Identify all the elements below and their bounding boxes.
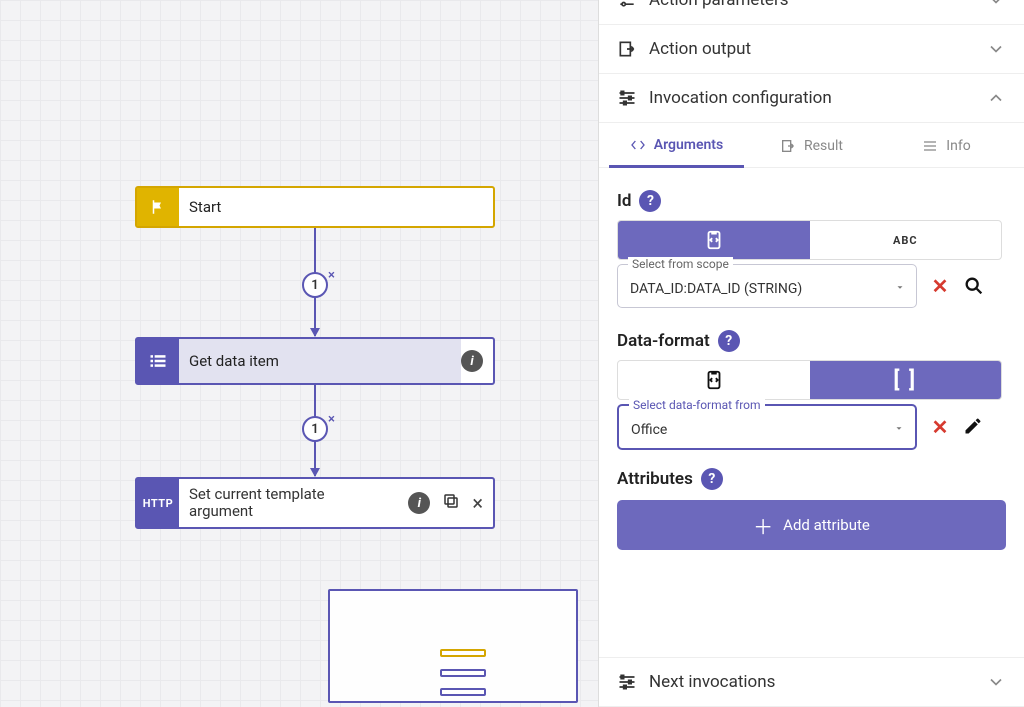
info-icon[interactable]: i — [408, 492, 430, 514]
caret-down-icon — [893, 422, 905, 434]
help-icon[interactable]: ? — [639, 190, 661, 212]
section-label: Action output — [649, 39, 751, 59]
node-setarg-label-1: Set current template — [189, 486, 325, 503]
id-mode-abc[interactable]: ABC — [810, 221, 1002, 259]
copy-icon[interactable] — [442, 492, 460, 514]
scope-value: DATA_ID:DATA_ID (STRING) — [630, 281, 802, 297]
section-action-output[interactable]: Action output — [599, 25, 1024, 74]
list-icon — [137, 339, 179, 383]
edge-remove-1[interactable]: × — [328, 268, 335, 283]
dataformat-mode-array[interactable]: [ ] — [810, 361, 1002, 399]
dataformat-label: Data-format — [617, 331, 710, 351]
dataformat-mode-toggle: [ ] — [617, 360, 1002, 400]
section-label: Invocation configuration — [649, 88, 832, 108]
node-get-data-item[interactable]: Get data item i — [135, 337, 495, 385]
invocation-tabs: Arguments Result Info — [599, 123, 1024, 168]
dataformat-value: Office — [631, 422, 667, 438]
section-label: Action parameters — [649, 0, 789, 10]
node-start[interactable]: Start — [135, 186, 495, 228]
section-invocation-config[interactable]: Invocation configuration — [599, 74, 1024, 123]
chevron-down-icon — [986, 0, 1006, 10]
tune-icon — [617, 672, 637, 692]
id-scope-select[interactable]: Select from scope DATA_ID:DATA_ID (STRIN… — [617, 264, 917, 308]
dataformat-float-label: Select data-format from — [629, 398, 765, 412]
tab-result[interactable]: Result — [744, 123, 879, 167]
search-icon[interactable] — [963, 275, 985, 297]
edge-remove-2[interactable]: × — [328, 412, 335, 427]
properties-panel: Action parameters Action output Invocati… — [598, 0, 1024, 707]
minimap[interactable] — [328, 589, 578, 703]
section-next-invocations[interactable]: Next invocations — [599, 657, 1024, 707]
edge-count-1[interactable]: 1 — [302, 272, 328, 298]
workflow-canvas[interactable]: Start 1 × Get data item i 1 × HTTP Set c… — [0, 0, 598, 707]
edge-count-2[interactable]: 1 — [302, 416, 328, 442]
section-label: Next invocations — [649, 672, 775, 692]
clear-id-icon[interactable]: ✕ — [929, 275, 951, 297]
node-setarg-label-2: argument — [189, 503, 253, 520]
sliders-icon — [617, 0, 637, 10]
node-get-data-label: Get data item — [179, 339, 461, 383]
node-start-label: Start — [179, 188, 493, 226]
caret-down-icon — [894, 281, 906, 293]
flag-icon — [137, 188, 179, 226]
close-icon[interactable]: × — [472, 491, 483, 515]
clear-dataformat-icon[interactable]: ✕ — [929, 416, 951, 438]
chevron-up-icon — [986, 88, 1006, 108]
scope-float-label: Select from scope — [628, 257, 733, 271]
id-mode-code[interactable] — [618, 221, 810, 259]
tab-info[interactable]: Info — [879, 123, 1014, 167]
chevron-down-icon — [986, 39, 1006, 59]
help-icon[interactable]: ? — [718, 330, 740, 352]
export-icon — [617, 39, 637, 59]
plus-icon: ＋ — [753, 511, 773, 540]
dataformat-mode-code[interactable] — [618, 361, 810, 399]
id-mode-toggle: ABC — [617, 220, 1002, 260]
id-label: Id — [617, 191, 631, 211]
node-set-template-arg[interactable]: HTTP Set current template argument i × — [135, 477, 495, 529]
dataformat-select[interactable]: Select data-format from Office — [617, 404, 917, 450]
arguments-form: Id ? ABC Select from scope DATA_ID:DATA_… — [599, 168, 1024, 657]
http-badge: HTTP — [137, 479, 179, 527]
tune-icon — [617, 88, 637, 108]
tab-arguments[interactable]: Arguments — [609, 123, 744, 168]
attributes-label: Attributes — [617, 469, 693, 489]
help-icon[interactable]: ? — [701, 468, 723, 490]
info-icon[interactable]: i — [461, 350, 483, 372]
add-attribute-button[interactable]: ＋ Add attribute — [617, 500, 1006, 550]
edit-icon[interactable] — [963, 416, 985, 438]
chevron-down-icon — [986, 672, 1006, 692]
section-action-parameters[interactable]: Action parameters — [599, 0, 1024, 25]
